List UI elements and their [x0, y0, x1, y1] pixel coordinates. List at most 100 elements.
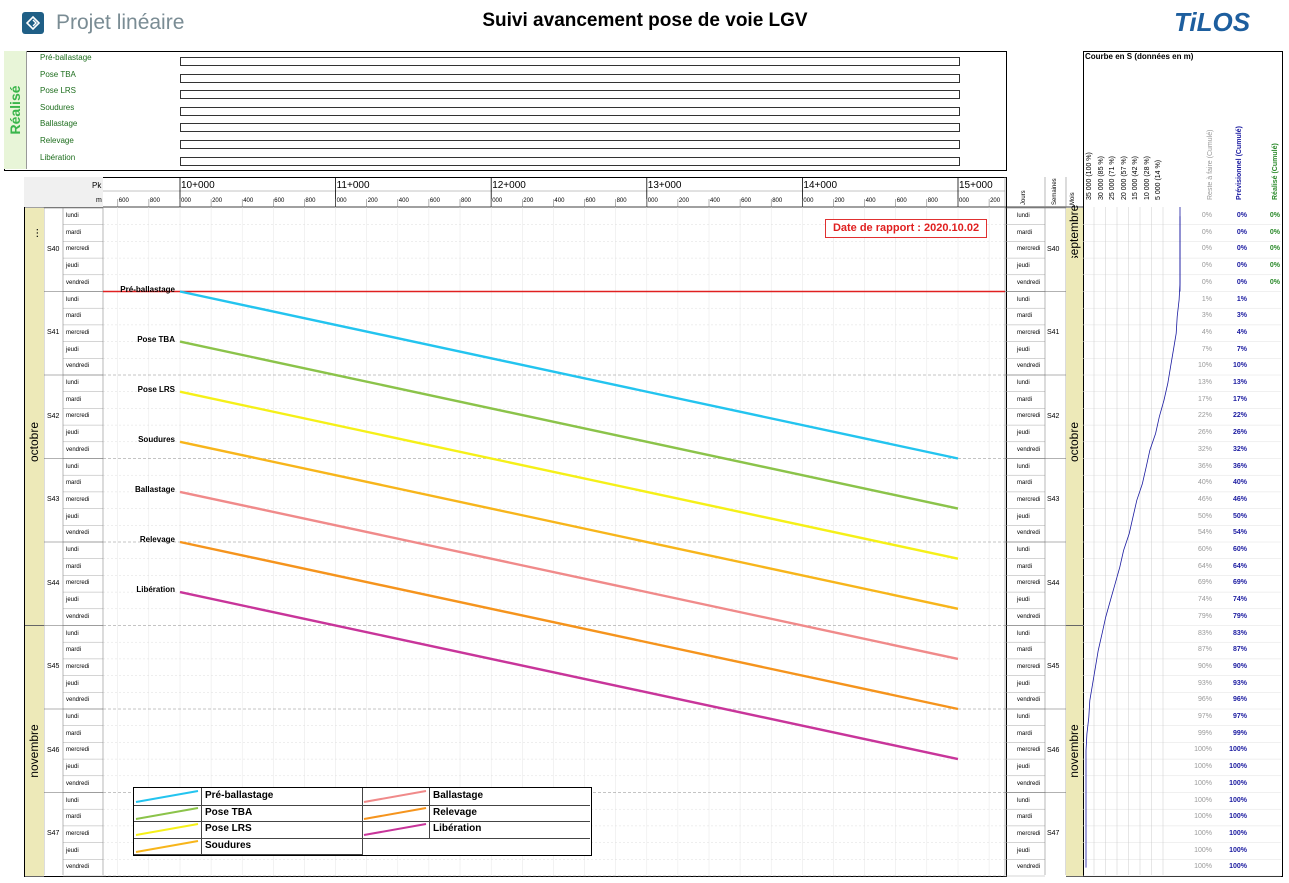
week-label-right: S43: [1047, 496, 1060, 504]
scurve-prev-value: 93%: [1232, 679, 1247, 687]
scurve-prev-value: 87%: [1232, 646, 1247, 654]
legend-separator: [201, 837, 202, 854]
m-axis-label: m: [96, 197, 102, 204]
progress-chart: [24, 177, 1281, 877]
scurve-prev-value: 100%: [1229, 779, 1247, 787]
realise-activity-label: Relevage: [40, 136, 74, 145]
legend-label: Pré-ballastage: [205, 790, 274, 801]
scurve-axis-label: 25 000 (71 %): [1109, 156, 1116, 200]
realise-progress-bar: [180, 73, 960, 83]
series-start-label: Pose LRS: [137, 384, 175, 394]
scurve-axis-label: 15 000 (42 %): [1132, 156, 1139, 200]
day-label-right: mercredi: [1017, 830, 1041, 837]
scurve-prev-value: 0%: [1236, 212, 1247, 219]
pk-minor-label: 200: [678, 198, 689, 204]
legend-label: Libération: [433, 823, 482, 834]
legend-swatch: [135, 790, 199, 803]
scurve-prev-value: 100%: [1229, 829, 1247, 837]
legend-item: Soudures: [134, 837, 362, 855]
legend-item: Libération: [362, 821, 590, 839]
day-label-right: mercredi: [1017, 496, 1041, 503]
scurve-real-value: 0%: [1269, 278, 1280, 286]
scurve-prev-value: 1%: [1236, 295, 1247, 303]
series-start-label: Pré-ballastage: [120, 284, 175, 294]
realise-activity-label: Ballastage: [40, 119, 78, 129]
pk-minor-label: 400: [710, 198, 721, 204]
week-label-left: S46: [47, 746, 60, 754]
pk-major-label: 10+000: [181, 180, 215, 191]
pk-minor-label: 200: [212, 198, 223, 204]
legend-separator: [429, 788, 430, 805]
day-label-left: vendredi: [66, 864, 90, 871]
legend-swatch: [135, 839, 199, 853]
day-label-left: jeudi: [66, 263, 79, 270]
pk-minor-label: 200: [367, 198, 378, 204]
pk-minor-label: 600: [118, 198, 129, 204]
day-label-left: mercredi: [66, 830, 90, 837]
scurve-reste-value: 22%: [1197, 412, 1212, 420]
day-label-left: mardi: [66, 313, 82, 320]
pk-minor-label: 000: [959, 198, 970, 204]
scurve-prev-value: 13%: [1232, 379, 1247, 386]
scurve-reste-value: 0%: [1201, 212, 1212, 219]
week-label-right: S41: [1047, 329, 1060, 337]
scurve-reste-value: 100%: [1194, 746, 1212, 754]
week-label-left: S47: [47, 830, 60, 838]
scurve-axis-label: 10 000 (28 %): [1143, 156, 1151, 200]
legend: Pré-ballastage Pose TBA Pose LRS Soudures Ba…: [133, 787, 592, 856]
day-label-left: lundi: [66, 463, 79, 470]
scurve-reste-value: 0%: [1201, 245, 1212, 253]
scurve-real-value: 0%: [1269, 212, 1280, 219]
scurve-prev-value: 100%: [1229, 846, 1247, 854]
pk-minor-label: 400: [865, 198, 876, 204]
day-label-left: lundi: [66, 380, 79, 386]
realise-activity-label: Pose LRS: [40, 86, 77, 96]
day-label-right: lundi: [1017, 630, 1030, 637]
legend-swatch: [363, 790, 427, 803]
day-label-left: lundi: [66, 630, 79, 637]
legend-item: Pose LRS: [134, 821, 362, 839]
day-label-left: jeudi: [66, 513, 79, 520]
series-start-label: Libération: [136, 585, 175, 595]
scurve-col-reste: Reste à faire (Cumulé): [1207, 129, 1214, 200]
scurve-prev-value: 0%: [1236, 262, 1247, 270]
legend-swatch: [135, 823, 199, 836]
scurve-reste-value: 7%: [1201, 345, 1212, 353]
scurve-real-value: 0%: [1269, 228, 1280, 236]
day-label-right: jeudi: [1017, 597, 1030, 604]
day-label-right: mardi: [1017, 313, 1033, 320]
day-label-left: vendredi: [66, 780, 90, 787]
scurve-reste-value: 99%: [1197, 729, 1212, 737]
month-label-left: octobre: [27, 421, 41, 462]
scurve-reste-value: 69%: [1197, 579, 1212, 587]
day-label-right: vendredi: [1017, 279, 1041, 286]
scurve-prev-value: 40%: [1232, 479, 1247, 487]
day-label-left: lundi: [66, 714, 79, 720]
scurve-prev-value: 54%: [1232, 529, 1247, 537]
scurve-reste-value: 60%: [1197, 546, 1212, 553]
scurve-reste-value: 87%: [1197, 646, 1212, 654]
scurve-reste-value: 50%: [1197, 512, 1212, 520]
day-label-right: lundi: [1017, 797, 1030, 804]
legend-divider: [362, 788, 363, 855]
scurve-axis-label: 20 000 (57 %): [1120, 156, 1128, 200]
day-label-right: lundi: [1017, 213, 1030, 219]
week-label-left: S42: [47, 412, 60, 420]
scurve-prev-value: 99%: [1232, 729, 1247, 737]
day-label-left: vendredi: [66, 279, 90, 286]
series-start-label: Soudures: [138, 434, 175, 444]
scurve-real-value: 0%: [1269, 262, 1280, 270]
day-label-left: mercredi: [66, 329, 90, 336]
day-label-left: jeudi: [66, 346, 79, 353]
scurve-reste-value: 0%: [1201, 228, 1212, 236]
scurve-reste-value: 40%: [1197, 479, 1212, 487]
scurve-prev-value: 97%: [1232, 713, 1247, 720]
realise-progress-bar: [180, 90, 960, 100]
scurve-reste-value: 1%: [1201, 295, 1212, 303]
week-label-left: S41: [47, 329, 60, 337]
scurve-prev-value: 50%: [1232, 512, 1247, 520]
pk-major-label: 13+000: [647, 180, 682, 191]
scurve-prev-value: 69%: [1232, 579, 1247, 587]
day-label-left: jeudi: [66, 680, 79, 687]
legend-separator: [201, 821, 202, 838]
